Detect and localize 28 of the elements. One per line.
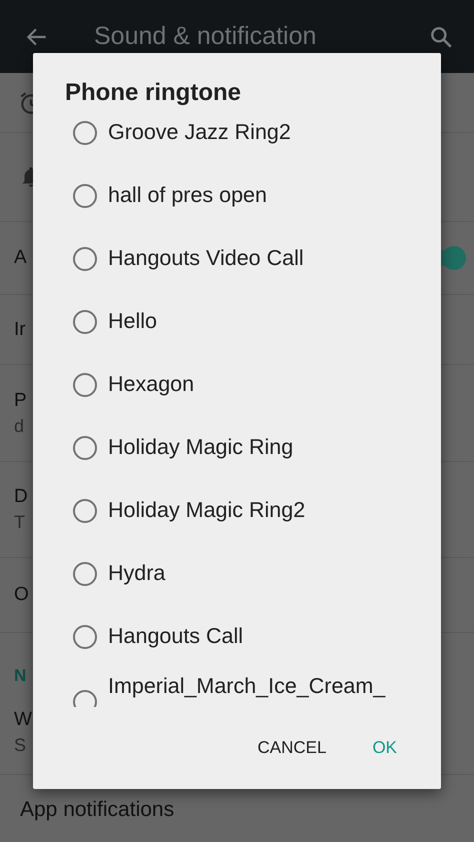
setting-summary: S [14, 734, 26, 756]
option-label[interactable]: Groove Jazz Ring2 [108, 120, 291, 145]
radio-button[interactable] [73, 246, 97, 270]
radio-button[interactable] [73, 120, 97, 144]
setting-summary: d [14, 416, 24, 436]
dialog-title: Phone ringtone [65, 81, 241, 105]
alarm-icon [18, 90, 33, 116]
option-label[interactable]: Hangouts Call [108, 624, 244, 649]
radio-button[interactable] [73, 436, 97, 460]
radio-button[interactable] [73, 498, 97, 522]
option-label[interactable]: Hexagon [108, 372, 194, 397]
radio-button[interactable] [73, 184, 97, 208]
radio-button[interactable] [73, 562, 97, 586]
option-label[interactable]: Holiday Magic Ring2 [108, 498, 306, 523]
option-label[interactable]: Holiday Magic Ring [108, 435, 294, 460]
option-label[interactable]: Hydra [108, 561, 166, 586]
setting-summary: T [14, 512, 25, 533]
section-header: N [14, 666, 26, 686]
radio-button[interactable] [73, 310, 97, 334]
radio-button[interactable] [73, 624, 97, 648]
option-label[interactable]: Hangouts Video Call [108, 246, 304, 271]
radio-button[interactable] [73, 372, 97, 396]
screen-title: Sound & notification [94, 22, 318, 51]
option-label[interactable]: hall of pres open [108, 183, 267, 208]
option-label[interactable]: Imperial_March_Ice_Cream_ [108, 674, 386, 699]
radio-button[interactable] [73, 690, 97, 707]
option-label[interactable]: Hello [108, 309, 157, 334]
cancel-button[interactable]: CANCEL [249, 730, 334, 766]
